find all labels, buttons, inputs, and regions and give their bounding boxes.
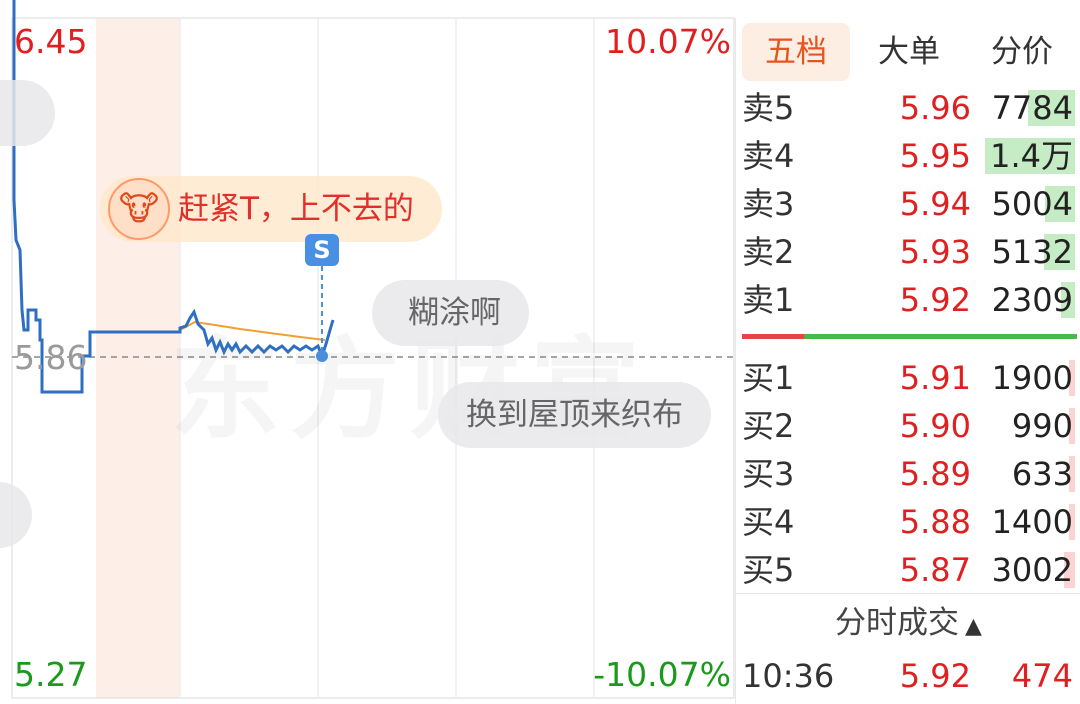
level-volume: 1.4万 bbox=[990, 137, 1073, 175]
buy-level-row[interactable]: 买2 5.90 990 bbox=[736, 402, 1080, 450]
caret-up-icon: ▲ bbox=[965, 614, 982, 639]
level-price: 5.89 bbox=[899, 455, 971, 493]
intraday-chart[interactable]: 东方财富 6.45 10.07% 5.86 5.27 -10.07% 赶紧T，上… bbox=[0, 0, 735, 704]
trade-time: 10:36 bbox=[742, 657, 835, 695]
pct-low-label: -10.07% bbox=[593, 655, 731, 694]
price-low-label: 5.27 bbox=[14, 655, 88, 694]
buy-level-row[interactable]: 买4 5.88 1400 bbox=[736, 498, 1080, 546]
buy-level-row[interactable]: 买3 5.89 633 bbox=[736, 450, 1080, 498]
comment-bubble[interactable]: 糊涂啊 bbox=[372, 280, 529, 346]
level-volume: 1400 bbox=[991, 503, 1073, 541]
sell-marker-icon[interactable]: S bbox=[305, 234, 339, 266]
level-volume: 990 bbox=[1011, 407, 1073, 445]
level-price: 5.92 bbox=[899, 281, 971, 319]
price-high-label: 6.45 bbox=[14, 22, 88, 61]
level-volume: 3002 bbox=[991, 551, 1073, 589]
level-volume: 633 bbox=[1011, 455, 1073, 493]
level-price: 5.90 bbox=[899, 407, 971, 445]
session-band bbox=[96, 18, 180, 698]
level-label: 买2 bbox=[742, 407, 795, 445]
level-volume: 2309 bbox=[991, 281, 1073, 319]
level-price: 5.91 bbox=[899, 359, 971, 397]
trade-row: 10:36 5.92 474 bbox=[736, 652, 1080, 700]
level-label: 卖2 bbox=[742, 233, 795, 271]
tab-large-orders[interactable]: 大单 bbox=[855, 23, 963, 81]
level-label: 买5 bbox=[742, 551, 795, 589]
level-volume: 5132 bbox=[991, 233, 1073, 271]
sell-level-row[interactable]: 卖4 5.95 1.4万 bbox=[736, 132, 1080, 180]
sell-level-row[interactable]: 卖1 5.92 2309 bbox=[736, 276, 1080, 324]
trade-volume: 474 bbox=[1011, 657, 1073, 695]
orderbook-tabs: 五档 大单 分价 bbox=[742, 23, 1077, 81]
comment-text: 赶紧T，上不去的 bbox=[178, 191, 414, 227]
sell-level-row[interactable]: 卖5 5.96 7784 bbox=[736, 84, 1080, 132]
level-price: 5.96 bbox=[899, 89, 971, 127]
tab-five-levels[interactable]: 五档 bbox=[742, 23, 850, 81]
tab-price-distribution[interactable]: 分价 bbox=[968, 23, 1076, 81]
level-price: 5.88 bbox=[899, 503, 971, 541]
trades-header[interactable]: 分时成交 ▲ bbox=[736, 593, 1080, 651]
buy-sell-ratio-bar bbox=[742, 334, 1077, 339]
level-label: 卖5 bbox=[742, 89, 795, 127]
cow-avatar-icon: 🐮 bbox=[108, 178, 170, 240]
buy-ratio-part bbox=[742, 334, 804, 339]
level-volume: 1900 bbox=[991, 359, 1073, 397]
level-label: 买3 bbox=[742, 455, 795, 493]
level-price: 5.94 bbox=[899, 185, 971, 223]
level-price: 5.87 bbox=[899, 551, 971, 589]
comment-bubble[interactable]: 换到屋顶来织布 bbox=[438, 382, 711, 448]
buy-level-row[interactable]: 买1 5.91 1900 bbox=[736, 354, 1080, 402]
level-label: 卖4 bbox=[742, 137, 795, 175]
trade-price: 5.92 bbox=[899, 657, 971, 695]
sell-level-row[interactable]: 卖3 5.94 5004 bbox=[736, 180, 1080, 228]
comment-text: 糊涂啊 bbox=[408, 295, 501, 331]
level-volume: 7784 bbox=[991, 89, 1073, 127]
buy-level-row[interactable]: 买5 5.87 3002 bbox=[736, 546, 1080, 594]
level-label: 卖1 bbox=[742, 281, 795, 319]
level-volume: 5004 bbox=[991, 185, 1073, 223]
prev-close-label: 5.86 bbox=[14, 338, 88, 377]
sell-level-row[interactable]: 卖2 5.93 5132 bbox=[736, 228, 1080, 276]
level-label: 买1 bbox=[742, 359, 795, 397]
level-label: 卖3 bbox=[742, 185, 795, 223]
level-price: 5.93 bbox=[899, 233, 971, 271]
orderbook-panel: 五档 大单 分价 卖5 5.96 7784 卖4 5.95 1.4万 卖3 5.94 5004 卖… bbox=[735, 18, 1080, 704]
level-label: 买4 bbox=[742, 503, 795, 541]
trades-header-label: 分时成交 bbox=[835, 605, 960, 641]
comment-text: 换到屋顶来织布 bbox=[466, 397, 683, 433]
level-price: 5.95 bbox=[899, 137, 971, 175]
pct-high-label: 10.07% bbox=[605, 22, 731, 61]
